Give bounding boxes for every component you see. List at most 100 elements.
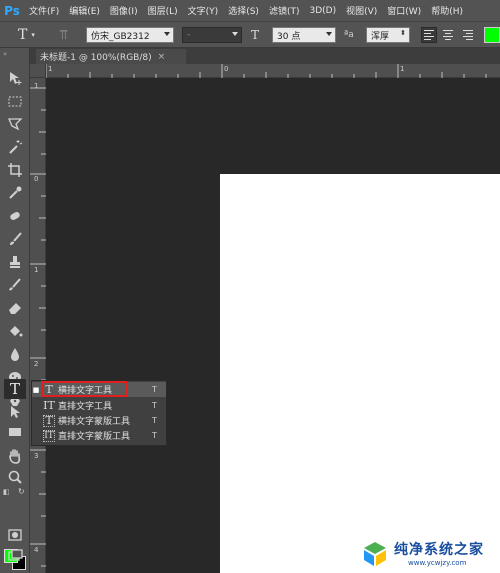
eraser-tool[interactable] — [4, 298, 26, 318]
document-tab[interactable]: 未标题-1 @ 100%(RGB/8) × — [36, 49, 186, 64]
flyout-item-horizontal-type-mask[interactable]: T 横排文字蒙版工具 T — [32, 413, 166, 428]
ruler-v-label: 1 — [34, 266, 39, 274]
selected-bullet-icon: ■ — [32, 385, 40, 394]
antialias-glyph: ªa — [344, 30, 354, 40]
ruler-v-label: 2 — [34, 360, 39, 368]
swap-colors-icon[interactable]: ↻ — [18, 487, 25, 496]
chevron-down-icon: ▾ — [31, 31, 35, 39]
default-colors-icon[interactable]: ◧ — [3, 488, 10, 496]
flyout-item-vertical-type-mask[interactable]: IT 直排文字蒙版工具 T — [32, 428, 166, 443]
lasso-tool[interactable] — [4, 114, 26, 134]
watermark-url: www.ycwjzy.com — [408, 559, 467, 567]
stamp-icon — [10, 256, 20, 268]
document-canvas[interactable] — [220, 174, 500, 573]
watermark-logo-icon — [364, 542, 386, 566]
move-icon — [10, 72, 22, 85]
flyout-item-vertical-type[interactable]: IT 直排文字工具 T — [32, 398, 166, 413]
hand-icon — [9, 449, 21, 464]
font-style-value: - — [187, 30, 191, 40]
collapse-panel-icon[interactable]: » — [3, 50, 7, 58]
type-tool-icon: T — [18, 27, 28, 43]
align-center-button[interactable] — [440, 27, 456, 43]
flyout-item-shortcut: T — [152, 416, 157, 425]
chevron-down-icon — [326, 32, 332, 36]
marquee-icon — [8, 96, 22, 107]
antialias-icon: ªa — [344, 26, 354, 44]
chevron-down-icon — [232, 32, 238, 36]
menu-file[interactable]: 文件(F) — [24, 4, 64, 17]
align-right-button[interactable] — [459, 27, 475, 43]
bandage-icon — [10, 212, 20, 220]
font-size-value: 30 点 — [277, 31, 301, 42]
magic-wand-tool[interactable] — [4, 137, 26, 157]
ruler-h-label: 1 — [400, 65, 405, 73]
path-select-icon — [11, 406, 20, 418]
menu-3d[interactable]: 3D(D) — [304, 6, 341, 16]
stepper-icon: ⬍ — [400, 29, 406, 37]
flyout-item-label: 直排文字蒙版工具 — [58, 432, 131, 442]
marquee-tool[interactable] — [4, 91, 26, 111]
menu-edit[interactable]: 编辑(E) — [64, 4, 105, 17]
history-brush-icon — [9, 278, 21, 291]
eyedropper-tool[interactable] — [4, 183, 26, 203]
brush-tool[interactable] — [4, 229, 26, 249]
path-selection-tool[interactable] — [4, 402, 26, 422]
align-left-button[interactable] — [421, 27, 437, 43]
font-size-select[interactable]: 30 点 — [272, 27, 336, 43]
zoom-icon — [8, 470, 22, 484]
flyout-item-shortcut: T — [152, 385, 157, 394]
type-tool[interactable]: T — [4, 379, 26, 399]
menu-view[interactable]: 视图(V) — [341, 4, 382, 17]
toggle-orientation-button[interactable]: ⫪ — [60, 26, 67, 44]
eyedropper-icon — [9, 186, 22, 199]
menu-type[interactable]: 文字(Y) — [183, 4, 224, 17]
ruler-ticks — [46, 64, 487, 78]
chevron-down-icon — [164, 32, 170, 36]
healing-brush-tool[interactable] — [4, 206, 26, 226]
crop-tool[interactable] — [4, 160, 26, 180]
close-icon[interactable]: × — [158, 52, 166, 62]
text-color-swatch[interactable] — [484, 27, 500, 43]
flyout-item-label: 横排文字蒙版工具 — [58, 417, 131, 427]
document-tab-bar: 未标题-1 @ 100%(RGB/8) × — [30, 48, 500, 64]
screen-mode-button[interactable] — [4, 546, 26, 566]
document-tab-title: 未标题-1 @ 100%(RGB/8) — [40, 53, 152, 63]
font-style-select[interactable]: - — [182, 27, 242, 43]
menu-layer[interactable]: 图层(L) — [143, 4, 183, 17]
paint-bucket-tool[interactable] — [4, 321, 26, 341]
ruler-ticks — [30, 87, 46, 567]
font-size-glyph: T — [251, 28, 260, 42]
ruler-h-label: 1 — [48, 65, 53, 73]
vertical-type-mask-icon: IT — [43, 429, 55, 442]
history-brush-tool[interactable] — [4, 275, 26, 295]
hand-tool[interactable] — [4, 446, 26, 466]
photoshop-logo: Ps — [4, 3, 20, 18]
menu-image[interactable]: 图像(I) — [105, 4, 143, 17]
menu-help[interactable]: 帮助(H) — [426, 4, 468, 17]
font-family-select[interactable]: 仿宋_GB2312 — [86, 27, 174, 43]
menu-window[interactable]: 窗口(W) — [382, 4, 426, 17]
brush-icon — [10, 232, 22, 245]
font-family-value: 仿宋_GB2312 — [91, 31, 150, 42]
move-tool[interactable] — [4, 68, 26, 88]
menu-select[interactable]: 选择(S) — [223, 4, 264, 17]
flyout-item-shortcut: T — [152, 431, 157, 440]
zoom-tool[interactable] — [4, 467, 26, 487]
quick-mask-button[interactable] — [4, 525, 26, 545]
rectangle-icon — [9, 428, 21, 436]
type-icon: T — [9, 380, 20, 398]
antialias-select[interactable]: 浑厚 ⬍ — [366, 27, 410, 43]
menu-filter[interactable]: 滤镜(T) — [264, 4, 305, 17]
quick-mask-icon — [8, 529, 22, 541]
clone-stamp-tool[interactable] — [4, 252, 26, 272]
blur-tool[interactable] — [4, 344, 26, 364]
vertical-type-icon: IT — [43, 399, 55, 412]
lasso-icon — [8, 118, 23, 131]
ruler-v-label: 3 — [34, 452, 39, 460]
menu-bar: Ps 文件(F) 编辑(E) 图像(I) 图层(L) 文字(Y) 选择(S) 滤… — [0, 0, 500, 21]
flyout-item-label: 直排文字工具 — [58, 402, 113, 412]
watermark: 纯净系统之家 www.ycwjzy.com — [360, 533, 500, 573]
rectangle-tool[interactable] — [4, 422, 26, 442]
tool-preset-picker[interactable]: T ▾ — [18, 26, 35, 44]
tools-panel: » T ◧ ↻ — [0, 48, 30, 573]
